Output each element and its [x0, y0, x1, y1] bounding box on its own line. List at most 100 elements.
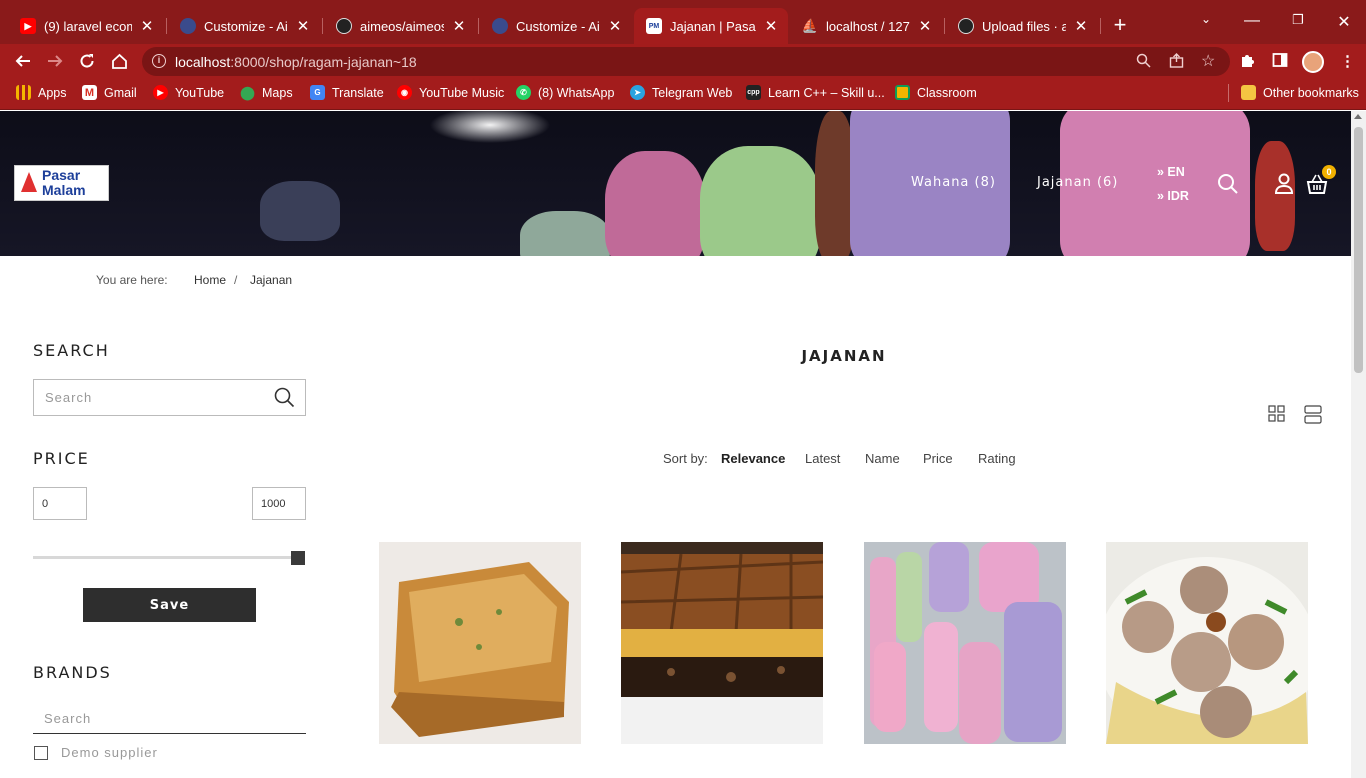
price-max-input[interactable] [252, 487, 306, 520]
banner-photo-shape [260, 181, 340, 241]
brand-checkbox[interactable] [34, 746, 48, 760]
address-bar[interactable]: i localhost:8000/shop/ragam-jajanan~18 ☆ [142, 47, 1230, 76]
banner-photo-shape [520, 211, 610, 256]
product-image [379, 542, 581, 744]
browser-tab[interactable]: ⛵ localhost / 127.0 ✕ [790, 8, 942, 44]
product-search-box [33, 379, 306, 416]
extensions-puzzle-icon[interactable] [1240, 52, 1256, 72]
browser-tab-active[interactable]: PM Jajanan | Pasar M ✕ [634, 8, 788, 44]
site-info-icon[interactable]: i [152, 54, 166, 68]
product-card-martabak-manis[interactable] [621, 542, 823, 744]
url-text[interactable]: localhost:8000/shop/ragam-jajanan~18 [175, 54, 417, 70]
product-card-bakso[interactable] [1106, 542, 1308, 744]
grid-view-icon[interactable] [1268, 405, 1285, 427]
product-card-arum-manis[interactable] [864, 542, 1066, 744]
price-slider-track[interactable] [33, 556, 303, 559]
bookmark-star-icon[interactable]: ☆ [1201, 51, 1215, 71]
browser-tab-strip: ▶ (9) laravel ecomm ✕ Customize - Aimeos… [0, 0, 1366, 44]
brand-label[interactable]: Demo supplier [61, 745, 158, 760]
share-icon[interactable] [1169, 53, 1184, 71]
bookmark-maps[interactable]: ⬤ Maps [240, 84, 292, 100]
bookmark-telegram[interactable]: ➤ Telegram Web [630, 85, 732, 100]
back-arrow-icon[interactable] [12, 50, 34, 72]
tab-close-icon[interactable]: ✕ [918, 17, 932, 35]
user-account-icon[interactable] [1274, 173, 1294, 200]
sort-name[interactable]: Name [865, 451, 900, 466]
restore-button[interactable]: ❐ [1288, 12, 1308, 28]
sort-price[interactable]: Price [923, 451, 953, 466]
bookmark-youtube[interactable]: ▶ YouTube [153, 85, 224, 100]
browser-tab[interactable]: aimeos/aimeos-la ✕ [324, 8, 476, 44]
browser-toolbar: i localhost:8000/shop/ragam-jajanan~18 ☆… [0, 44, 1366, 78]
save-button[interactable]: Save [83, 588, 256, 622]
bookmark-youtube-music[interactable]: ◉ YouTube Music [397, 85, 504, 100]
bookmark-gmail[interactable]: M Gmail [82, 85, 137, 100]
tab-close-icon[interactable]: ✕ [1074, 17, 1088, 35]
tab-close-icon[interactable]: ✕ [140, 17, 154, 35]
sort-latest[interactable]: Latest [805, 451, 840, 466]
browser-tab[interactable]: ▶ (9) laravel ecomm ✕ [8, 8, 164, 44]
bookmark-whatsapp[interactable]: ✆ (8) WhatsApp [516, 85, 614, 100]
minimize-button[interactable]: — [1242, 12, 1262, 30]
breadcrumb-current[interactable]: Jajanan [250, 273, 292, 287]
page-title: JAJANAN [801, 347, 887, 365]
bookmark-apps[interactable]: Apps [16, 85, 67, 100]
tab-divider [944, 18, 945, 34]
aimeos-icon [492, 18, 508, 34]
other-bookmarks[interactable]: Other bookmarks [1241, 85, 1359, 100]
scrollbar-thumb[interactable] [1354, 127, 1363, 373]
price-min-input[interactable] [33, 487, 87, 520]
zoom-icon[interactable] [1136, 53, 1151, 71]
ferris-wheel-icon [19, 170, 39, 196]
maps-pin-icon: ⬤ [240, 84, 255, 100]
page-scrollbar[interactable] [1351, 111, 1366, 778]
classroom-icon [895, 85, 910, 100]
close-window-button[interactable]: ✕ [1334, 12, 1354, 32]
product-image [1106, 542, 1308, 744]
brand-search-input[interactable] [33, 703, 306, 734]
bookmark-learn-cpp[interactable]: cpp Learn C++ – Skill u... [746, 85, 885, 100]
browser-menu-icon[interactable]: ⋮ [1340, 52, 1355, 70]
currency-selector[interactable]: » IDR [1157, 189, 1189, 203]
tab-divider [322, 18, 323, 34]
telegram-icon: ➤ [630, 85, 645, 100]
site-logo[interactable]: Pasar Malam [14, 165, 109, 201]
new-tab-button[interactable]: + [1110, 14, 1130, 36]
forward-arrow-icon[interactable] [44, 50, 66, 72]
github-icon [336, 18, 352, 34]
bookmark-translate[interactable]: G Translate [310, 85, 384, 100]
search-icon[interactable] [274, 387, 295, 413]
logo-text: Pasar Malam [42, 167, 86, 198]
list-view-icon[interactable] [1304, 405, 1322, 429]
scroll-up-arrow-icon[interactable] [1354, 114, 1362, 119]
search-icon[interactable] [1217, 173, 1239, 200]
aimeos-icon [180, 18, 196, 34]
tab-close-icon[interactable]: ✕ [296, 17, 310, 35]
reload-icon[interactable] [76, 50, 98, 72]
nav-jajanan[interactable]: Jajanan (6) [1037, 175, 1118, 190]
tab-search-chevron-icon[interactable]: ⌄ [1196, 12, 1216, 26]
pasar-malam-icon: PM [646, 18, 662, 34]
tab-close-icon[interactable]: ✕ [452, 17, 466, 35]
side-panel-icon[interactable] [1272, 52, 1288, 72]
tab-close-icon[interactable]: ✕ [764, 17, 778, 35]
tab-divider [1100, 18, 1101, 34]
home-icon[interactable] [108, 50, 130, 72]
product-card-martabak-telur[interactable] [379, 542, 581, 744]
browser-tab[interactable]: Upload files · aka ✕ [946, 8, 1098, 44]
language-selector[interactable]: » EN [1157, 165, 1185, 179]
sort-rating[interactable]: Rating [978, 451, 1016, 466]
breadcrumb-home[interactable]: Home [194, 273, 226, 287]
nav-wahana[interactable]: Wahana (8) [911, 175, 996, 190]
product-search-input[interactable] [34, 380, 254, 415]
browser-tab[interactable]: Customize - Aimeos ✕ [480, 8, 632, 44]
bookmark-classroom[interactable]: Classroom [895, 85, 977, 100]
product-image [864, 542, 1066, 744]
profile-avatar[interactable] [1302, 51, 1324, 73]
tab-divider [166, 18, 167, 34]
price-slider-handle[interactable] [291, 551, 305, 565]
browser-tab[interactable]: Customize - Aimeos ✕ [168, 8, 320, 44]
tab-close-icon[interactable]: ✕ [608, 17, 622, 35]
sort-relevance[interactable]: Relevance [721, 451, 785, 466]
breadcrumb-separator: / [234, 273, 238, 287]
